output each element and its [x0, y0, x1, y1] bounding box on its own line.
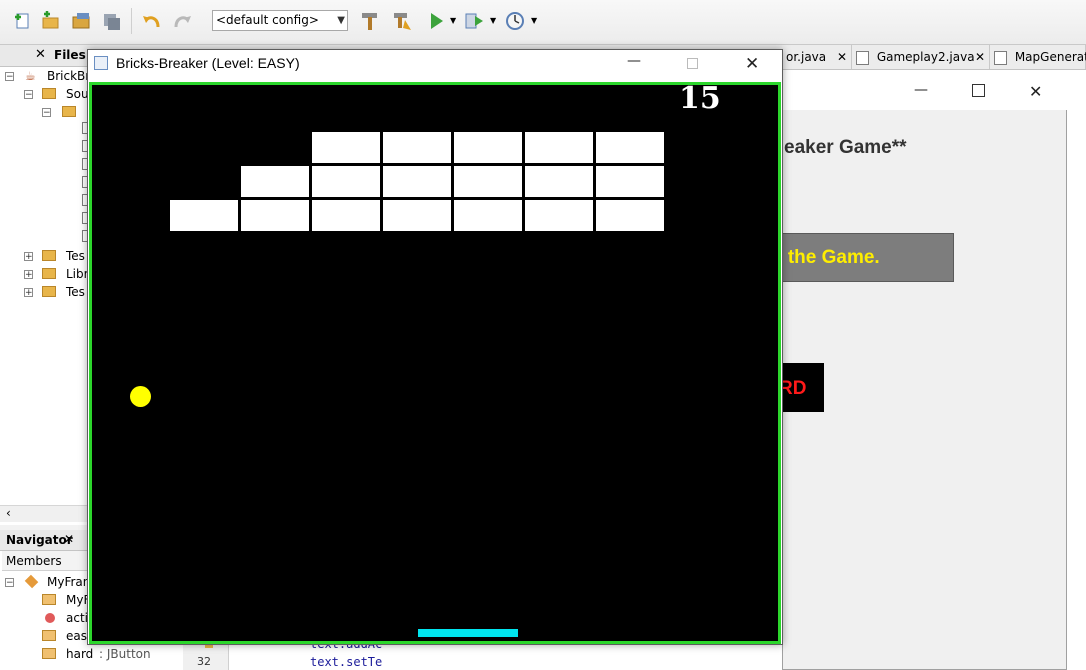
minimize-icon[interactable]: — — [627, 53, 641, 69]
tab-navigator[interactable]: Navigator — [6, 533, 73, 547]
library-icon — [42, 268, 56, 279]
brick — [454, 166, 522, 197]
close-icon[interactable]: ✕ — [975, 45, 985, 69]
level-select-titlebar: — ✕ — [782, 78, 1067, 110]
ide-toolbar: <default config> ▼ ▼ ▼ ▼ — [0, 0, 1086, 45]
game-window-title: Bricks-Breaker (Level: EASY) — [116, 55, 300, 71]
brick — [596, 166, 664, 197]
brick — [312, 132, 380, 163]
profile-icon[interactable] — [503, 9, 527, 33]
new-file-icon[interactable] — [10, 9, 34, 33]
new-project-icon[interactable] — [38, 9, 62, 33]
level-select-window — [782, 78, 1067, 670]
brick — [525, 132, 593, 163]
library-icon — [42, 286, 56, 297]
coffee-cup-icon: ☕ — [25, 69, 36, 83]
tab-editor-file[interactable]: or.java ✕ — [782, 45, 852, 69]
chevron-left-icon[interactable]: ‹ — [6, 506, 11, 520]
paddle — [418, 629, 518, 637]
ball — [130, 386, 151, 407]
brick — [525, 166, 593, 197]
level-select-heading: eaker Game** — [784, 137, 907, 158]
score-display: 15 — [679, 81, 721, 116]
line-number: 32 — [197, 655, 211, 668]
undo-icon[interactable] — [140, 9, 164, 33]
minimize-icon[interactable]: — — [914, 82, 928, 98]
brick — [383, 200, 451, 231]
tab-gameplay2[interactable]: Gameplay2.java ✕ — [852, 45, 990, 69]
play-game-label: y the Game. — [772, 247, 880, 268]
brick — [312, 166, 380, 197]
close-icon[interactable]: ✕ — [837, 45, 847, 69]
java-app-icon — [94, 56, 108, 70]
brick — [454, 200, 522, 231]
brick — [596, 132, 664, 163]
brick — [170, 200, 238, 231]
brick — [312, 200, 380, 231]
folder-icon — [42, 88, 56, 99]
tab-files[interactable]: Files — [54, 48, 86, 62]
java-file-icon — [856, 50, 869, 65]
constructor-icon — [42, 594, 56, 605]
package-icon — [62, 106, 76, 117]
build-icon[interactable] — [358, 9, 382, 33]
debug-dropdown-icon[interactable]: ▼ — [490, 16, 496, 25]
brick — [383, 166, 451, 197]
clean-build-icon[interactable] — [390, 9, 414, 33]
save-all-icon[interactable] — [100, 9, 124, 33]
tab-mapgenerator[interactable]: MapGenerato — [990, 45, 1086, 69]
close-icon[interactable]: ✕ — [1029, 82, 1042, 101]
code-line: text.setTe — [310, 655, 383, 669]
folder-icon — [42, 250, 56, 261]
game-board[interactable] — [89, 82, 781, 644]
debug-icon[interactable] — [462, 9, 486, 33]
run-icon[interactable] — [424, 9, 448, 33]
close-icon[interactable]: ✕ — [35, 47, 46, 62]
profile-dropdown-icon[interactable]: ▼ — [531, 16, 537, 25]
close-icon[interactable]: ✕ — [64, 532, 74, 546]
brick — [241, 200, 309, 231]
open-project-icon[interactable] — [70, 9, 94, 33]
config-select-value: <default config> — [216, 13, 319, 27]
brick — [525, 200, 593, 231]
field-icon — [42, 630, 56, 641]
hard-button-label: RD — [779, 378, 807, 399]
config-select[interactable]: <default config> ▼ — [212, 10, 348, 31]
redo-icon[interactable] — [170, 9, 194, 33]
brick — [241, 166, 309, 197]
maximize-icon — [687, 58, 698, 69]
brick — [383, 132, 451, 163]
java-file-icon — [994, 50, 1007, 65]
method-icon — [45, 613, 55, 623]
brick — [596, 200, 664, 231]
maximize-icon[interactable] — [972, 84, 985, 97]
close-icon[interactable]: ✕ — [745, 54, 759, 74]
field-icon — [42, 648, 56, 659]
chevron-down-icon: ▼ — [337, 15, 345, 26]
run-dropdown-icon[interactable]: ▼ — [450, 16, 456, 25]
brick — [454, 132, 522, 163]
